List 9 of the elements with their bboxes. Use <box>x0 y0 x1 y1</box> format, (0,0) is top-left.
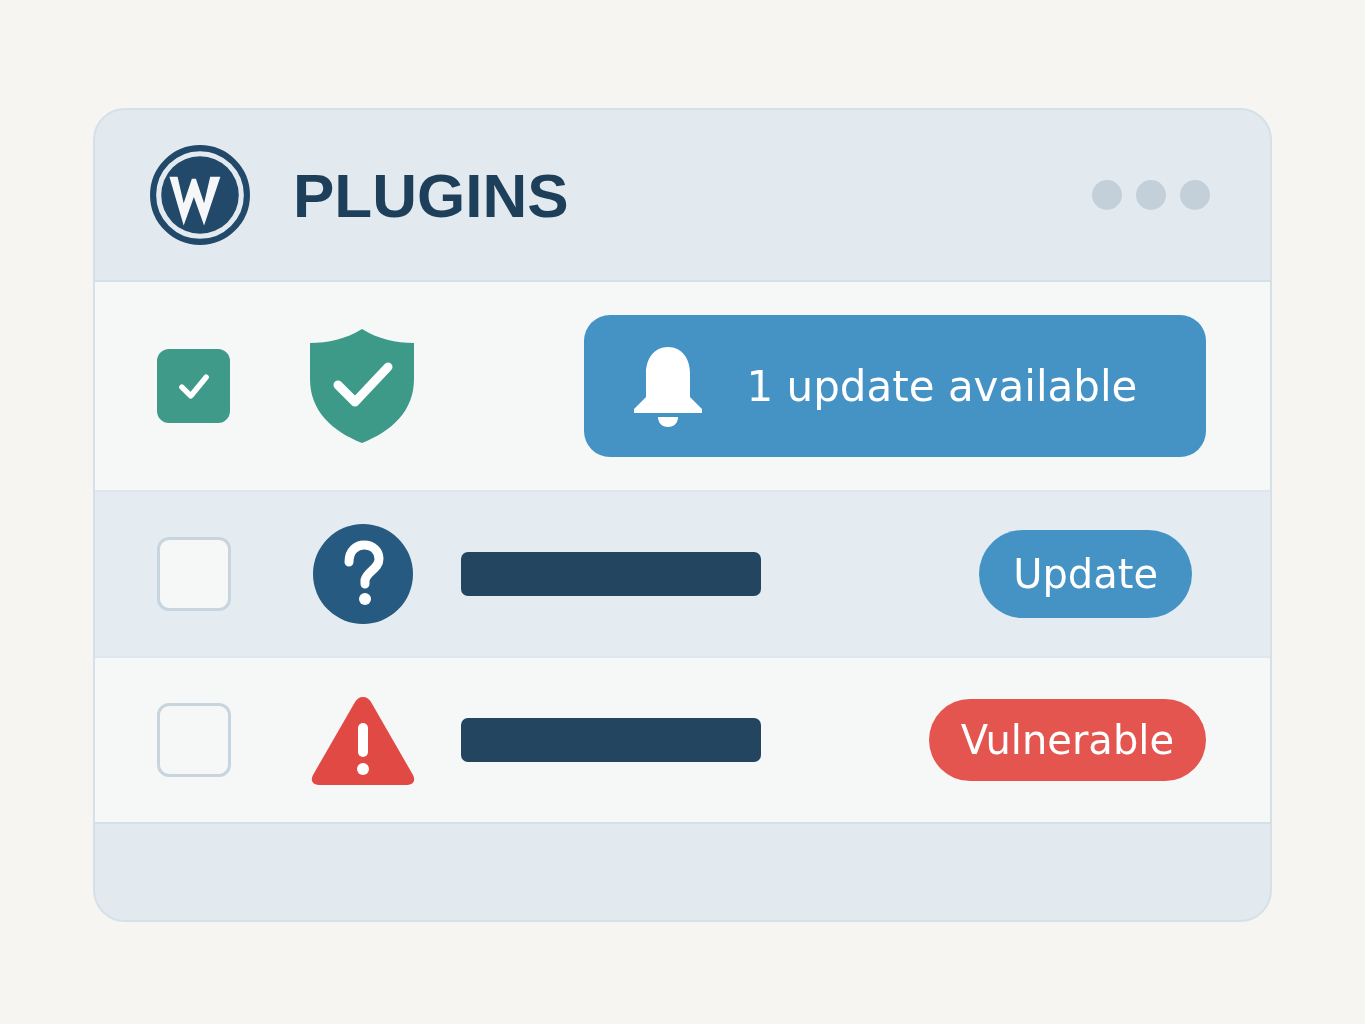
checkbox[interactable] <box>157 349 231 423</box>
update-notice: 1 update available <box>584 315 1206 457</box>
window-title: PLUGINS <box>293 159 569 231</box>
question-icon <box>313 524 413 624</box>
update-button[interactable]: Update <box>979 530 1192 618</box>
more-icon[interactable] <box>1092 180 1210 210</box>
status-badge: Vulnerable <box>928 699 1206 781</box>
logo-icon <box>149 144 251 246</box>
shield-check-icon <box>308 327 417 445</box>
